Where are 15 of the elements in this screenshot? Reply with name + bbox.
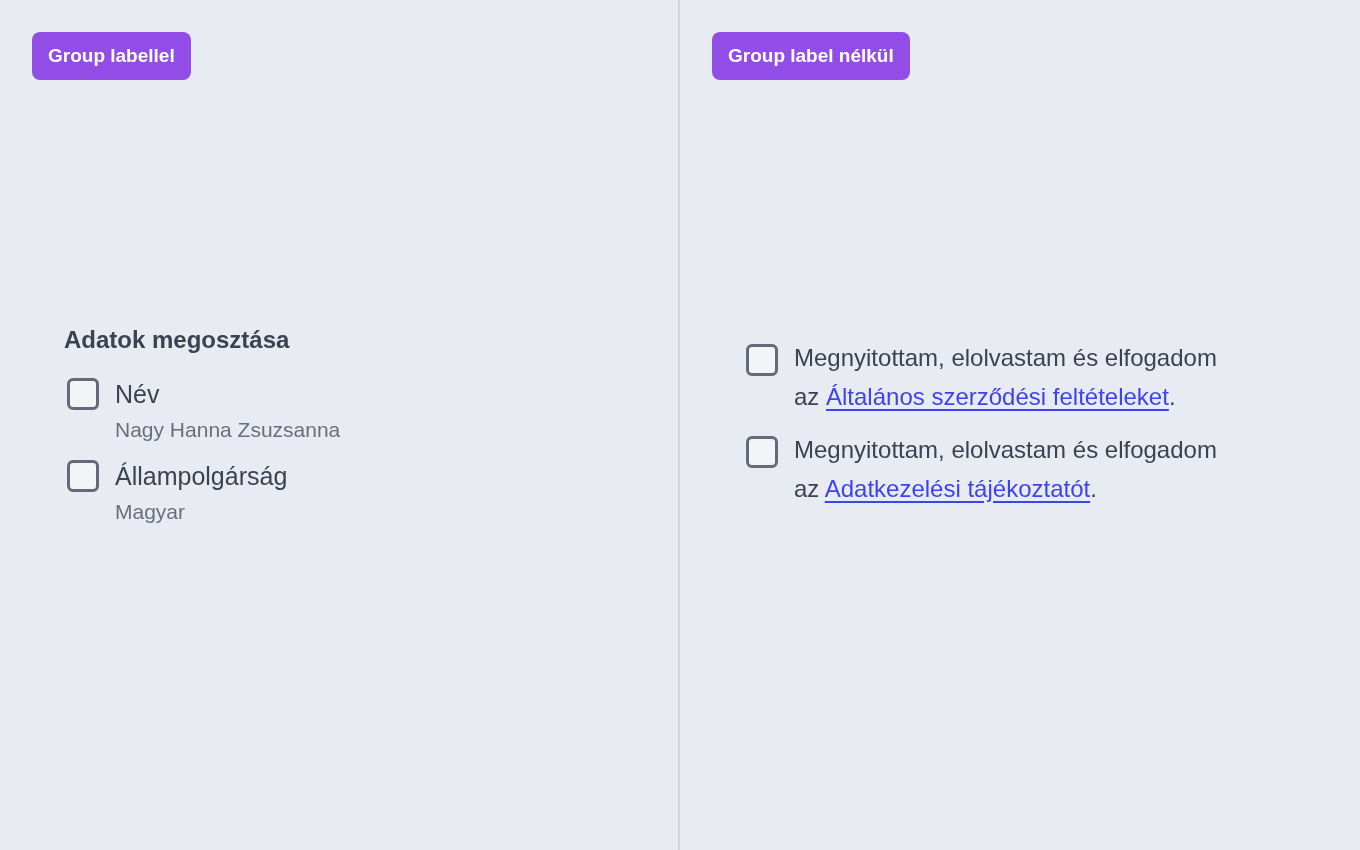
checkbox[interactable] bbox=[67, 378, 99, 410]
consent-text: Megnyitottam, elolvastam és elfogadom az Adatkezelési tájékoztatót. bbox=[794, 435, 1217, 504]
link[interactable]: Általános szerződési feltételeket bbox=[826, 383, 1169, 410]
checkbox[interactable] bbox=[746, 344, 778, 376]
consent-text: Megnyitottam, elolvastam és elfogadom az Általános szerződési feltételeket. bbox=[794, 343, 1217, 412]
checkbox[interactable] bbox=[746, 436, 778, 468]
group-label: Adatok megosztása bbox=[64, 326, 291, 354]
group-badge: Group label nélkül bbox=[712, 32, 910, 80]
checkbox-label: Név bbox=[115, 379, 161, 410]
link[interactable]: Adatkezelési tájékoztatót bbox=[824, 475, 1091, 502]
group-badge: Group labellel bbox=[32, 32, 191, 80]
checkbox-description: Magyar bbox=[115, 500, 187, 524]
checkbox-label: Állampolgárság bbox=[115, 461, 288, 492]
checkbox[interactable] bbox=[67, 460, 99, 492]
checkbox-description: Nagy Hanna Zsuzsanna bbox=[115, 418, 341, 442]
